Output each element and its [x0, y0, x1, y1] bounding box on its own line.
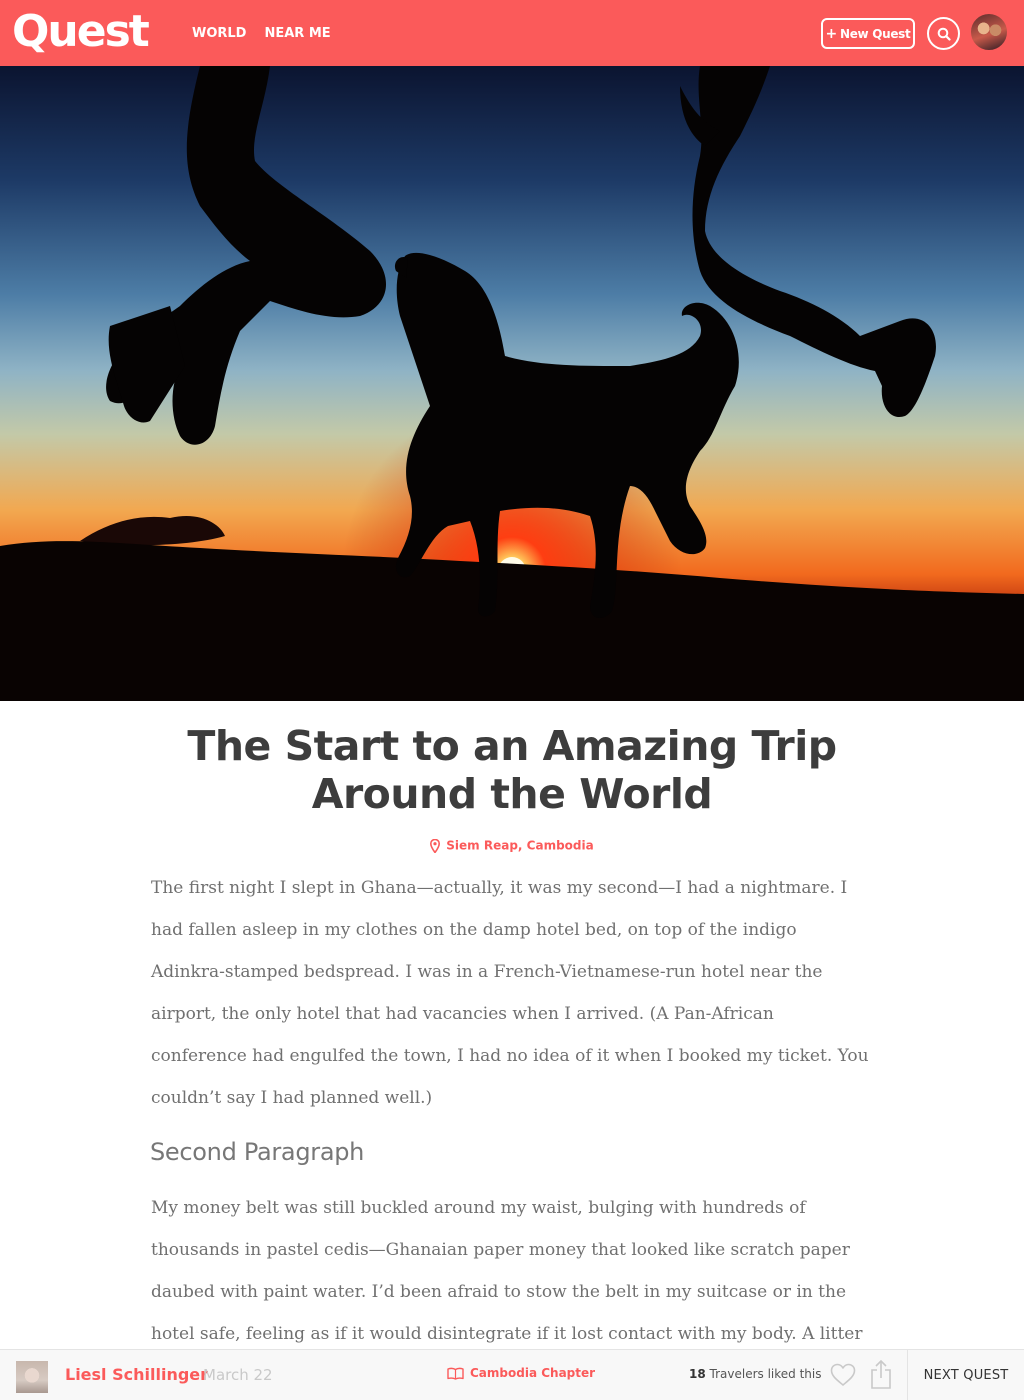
top-navigation-bar: Quest WORLD NEAR ME + New Quest: [0, 0, 1024, 66]
nav-near-me[interactable]: NEAR ME: [264, 26, 330, 41]
book-icon: [447, 1367, 464, 1380]
heart-icon: [830, 1363, 856, 1386]
chapter-link[interactable]: Cambodia Chapter: [447, 1366, 595, 1380]
map-pin-icon: [430, 838, 441, 853]
new-quest-button[interactable]: + New Quest: [821, 18, 915, 49]
search-icon: [937, 27, 951, 41]
plus-icon: +: [825, 25, 838, 42]
search-button[interactable]: [927, 17, 960, 50]
author-avatar[interactable]: [16, 1361, 48, 1393]
article-paragraph-1: The first night I slept in Ghana—actuall…: [151, 878, 869, 1108]
likes-count: 18: [689, 1367, 706, 1381]
like-button[interactable]: [829, 1361, 857, 1389]
likes-summary: 18 Travelers liked this: [689, 1367, 822, 1381]
nav-world[interactable]: WORLD: [192, 26, 246, 41]
likes-text: Travelers liked this: [709, 1367, 822, 1381]
main-nav: WORLD NEAR ME: [192, 0, 331, 66]
hero-image: [0, 66, 1024, 701]
article-footer-bar: Liesl Schillinger March 22 Cambodia Chap…: [0, 1349, 1024, 1400]
share-icon: [871, 1359, 891, 1389]
share-button[interactable]: [869, 1358, 893, 1390]
quest-logo[interactable]: Quest: [12, 4, 150, 60]
next-quest-button[interactable]: NEXT QUEST: [907, 1350, 1024, 1400]
article-location[interactable]: Siem Reap, Cambodia: [0, 838, 1024, 853]
chapter-label: Cambodia Chapter: [470, 1366, 596, 1380]
user-avatar[interactable]: [969, 12, 1009, 52]
article-subheading: Second Paragraph: [150, 1138, 365, 1166]
location-text: Siem Reap, Cambodia: [446, 838, 594, 853]
post-date: March 22: [203, 1366, 273, 1384]
author-name-link[interactable]: Liesl Schillinger: [65, 1365, 208, 1384]
article-title: The Start to an Amazing Trip Around the …: [187, 722, 837, 818]
new-quest-label: New Quest: [839, 26, 911, 41]
